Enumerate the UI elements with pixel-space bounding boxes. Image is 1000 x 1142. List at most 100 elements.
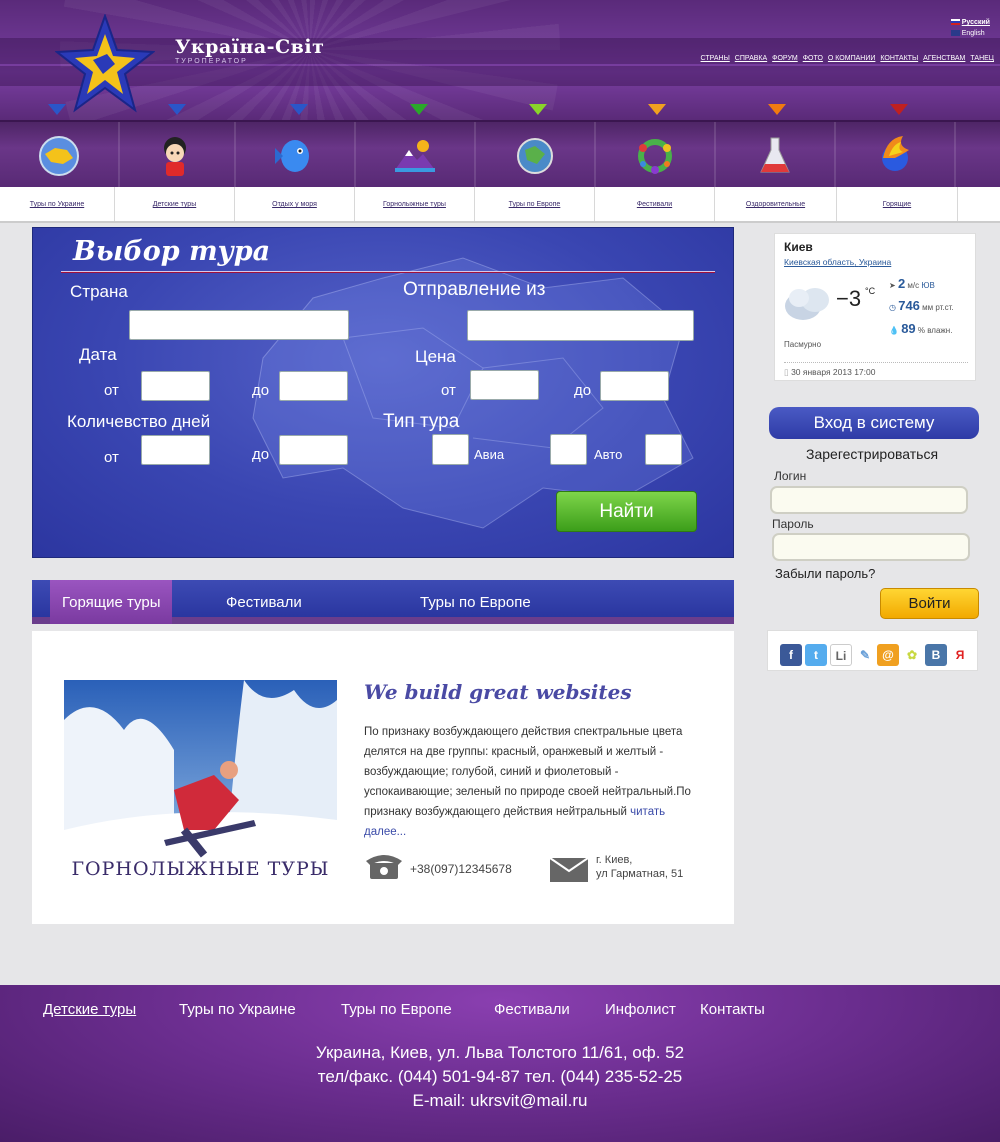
date-label: Дата (79, 345, 117, 364)
child-icon (164, 137, 186, 176)
mountain-icon (395, 140, 435, 172)
top-nav-countries[interactable]: СТРАНЫ (701, 55, 730, 62)
lang-label: Русский (961, 19, 990, 26)
footer-link-europe[interactable]: Туры по Европе (341, 1001, 452, 1018)
price-to-label: до (574, 382, 592, 399)
wind-speed: 2 (897, 276, 906, 291)
article-body: По признаку возбуждающего действия спект… (364, 726, 691, 818)
footer-email[interactable]: E-mail: ukrsvit@mail.ru (0, 1091, 1000, 1111)
yaru-icon[interactable]: ✿ (901, 644, 923, 666)
login-label: Логин (774, 469, 807, 483)
login-input[interactable] (770, 486, 968, 514)
days-from-label: от (104, 449, 119, 466)
tour-type-box-1[interactable] (432, 434, 469, 465)
category-icon-health[interactable] (716, 122, 836, 187)
yandex-icon[interactable]: Я (949, 644, 971, 666)
linkedin-icon[interactable]: Li (830, 644, 852, 666)
category-icon-ski[interactable] (356, 122, 476, 187)
weather-temperature: −3 (836, 286, 862, 311)
logo-title[interactable]: Україна-Світ (175, 36, 324, 58)
cat-link-europe[interactable]: Туры по Европе (475, 187, 595, 221)
wind-direction: ЮВ (921, 281, 935, 290)
weather-region-link[interactable]: Киевская область (784, 257, 854, 267)
humidity-value: 89 (901, 321, 916, 336)
wind-icon: ➤ (889, 281, 896, 290)
top-nav-contacts[interactable]: КОНТАКТЫ (880, 55, 918, 62)
days-to-label: до (252, 446, 270, 463)
site-header: Україна-Світ ТУРОПЕРАТОР Русский English… (0, 0, 1000, 120)
price-to-input[interactable] (600, 371, 669, 401)
logo-star-icon[interactable] (55, 14, 155, 114)
top-nav: СТРАНЫ СПРАВКА ФОРУМ ФОТО О КОМПАНИИ КОН… (701, 55, 994, 62)
top-nav-agencies[interactable]: АГЕНСТВАМ (923, 55, 965, 62)
register-link[interactable]: Зарегестрироваться (806, 446, 938, 462)
mailru-icon[interactable]: @ (877, 644, 899, 666)
cat-link-festivals[interactable]: Фестивали (595, 187, 715, 221)
footer-link-festivals[interactable]: Фестивали (494, 1001, 570, 1018)
price-from-input[interactable] (470, 370, 539, 400)
weather-country-link[interactable]: Украина (859, 257, 891, 267)
livejournal-icon[interactable]: ✎ (854, 644, 876, 666)
tab-europe-tours[interactable]: Туры по Европе (420, 580, 531, 624)
facebook-icon[interactable]: f (780, 644, 802, 666)
tab-hot-tours[interactable]: Горящие туры (50, 580, 173, 624)
departure-input[interactable] (467, 310, 694, 341)
top-nav-forum[interactable]: ФОРУМ (772, 55, 798, 62)
price-from-label: от (441, 382, 456, 399)
auto-checkbox[interactable] (645, 434, 682, 465)
pressure-icon: ◷ (889, 303, 896, 312)
days-from-input[interactable] (141, 435, 210, 465)
footer-link-contacts[interactable]: Контакты (700, 1001, 765, 1018)
lang-english[interactable]: English (950, 28, 990, 39)
cat-link-hot[interactable]: Горящие (837, 187, 958, 221)
category-arrow-icon (290, 104, 308, 115)
category-icon-sea[interactable] (236, 122, 356, 187)
weather-condition: Пасмурно (784, 340, 822, 349)
footer-address: Украина, Киев, ул. Льва Толстого 11/61, … (315, 1043, 685, 1062)
cat-link-kids[interactable]: Детские туры (115, 187, 235, 221)
password-input[interactable] (772, 533, 970, 561)
category-icon-kids[interactable] (116, 122, 236, 187)
twitter-icon[interactable]: t (805, 644, 827, 666)
password-label: Пароль (772, 517, 814, 531)
vkontakte-icon[interactable]: В (925, 644, 947, 666)
footer-link-infolist[interactable]: Инфолист (605, 1001, 676, 1018)
cat-link-ukraine[interactable]: Туры по Украине (0, 187, 115, 221)
category-icon-europe[interactable] (476, 122, 596, 187)
tour-search-form: Выбор тура Страна Отправление из Дата от… (32, 227, 734, 558)
category-icon-ukraine[interactable] (0, 122, 120, 187)
category-icon-hot[interactable] (836, 122, 956, 187)
country-input[interactable] (129, 310, 349, 340)
cat-link-health[interactable]: Оздоровительные (715, 187, 837, 221)
top-nav-dance[interactable]: ТАНЕЦ (970, 55, 994, 62)
search-tour-button[interactable]: Найти (556, 491, 697, 532)
avia-checkbox[interactable] (550, 434, 587, 465)
days-to-input[interactable] (279, 435, 348, 465)
cat-link-sea[interactable]: Отдых у моря (235, 187, 355, 221)
date-to-input[interactable] (279, 371, 348, 401)
top-nav-photo[interactable]: ФОТО (803, 55, 823, 62)
top-nav-about[interactable]: О КОМПАНИИ (828, 55, 875, 62)
tour-type-label: Тип тура (383, 411, 460, 432)
lang-russian[interactable]: Русский (950, 17, 990, 28)
login-header[interactable]: Вход в систему (769, 407, 979, 439)
festival-wreath-icon (638, 139, 672, 174)
russian-flag-icon (950, 19, 960, 26)
weather-region: Киевская область, Украина (784, 257, 892, 267)
footer-link-kids[interactable]: Детские туры (43, 1001, 136, 1018)
weather-date-text: 30 января 2013 17:00 (791, 367, 876, 377)
top-nav-help[interactable]: СПРАВКА (735, 55, 767, 62)
calendar-icon: ▯ (784, 367, 789, 377)
tour-form-title: Выбор тура (73, 236, 271, 267)
tab-festivals[interactable]: Фестивали (226, 580, 302, 624)
forgot-password-link[interactable]: Забыли пароль? (775, 566, 875, 581)
date-to-label: до (252, 382, 270, 399)
cat-link-ski[interactable]: Горнолыжные туры (355, 187, 475, 221)
ski-tours-image[interactable]: ГОРНОЛЫЖНЫЕ ТУРЫ (64, 680, 337, 880)
date-from-input[interactable] (141, 371, 210, 401)
ukraine-globe-icon (39, 136, 79, 176)
category-arrow-icon (410, 104, 428, 115)
footer-link-ukraine[interactable]: Туры по Украине (179, 1001, 296, 1018)
login-button[interactable]: Войти (880, 588, 979, 619)
category-icon-festivals[interactable] (596, 122, 716, 187)
